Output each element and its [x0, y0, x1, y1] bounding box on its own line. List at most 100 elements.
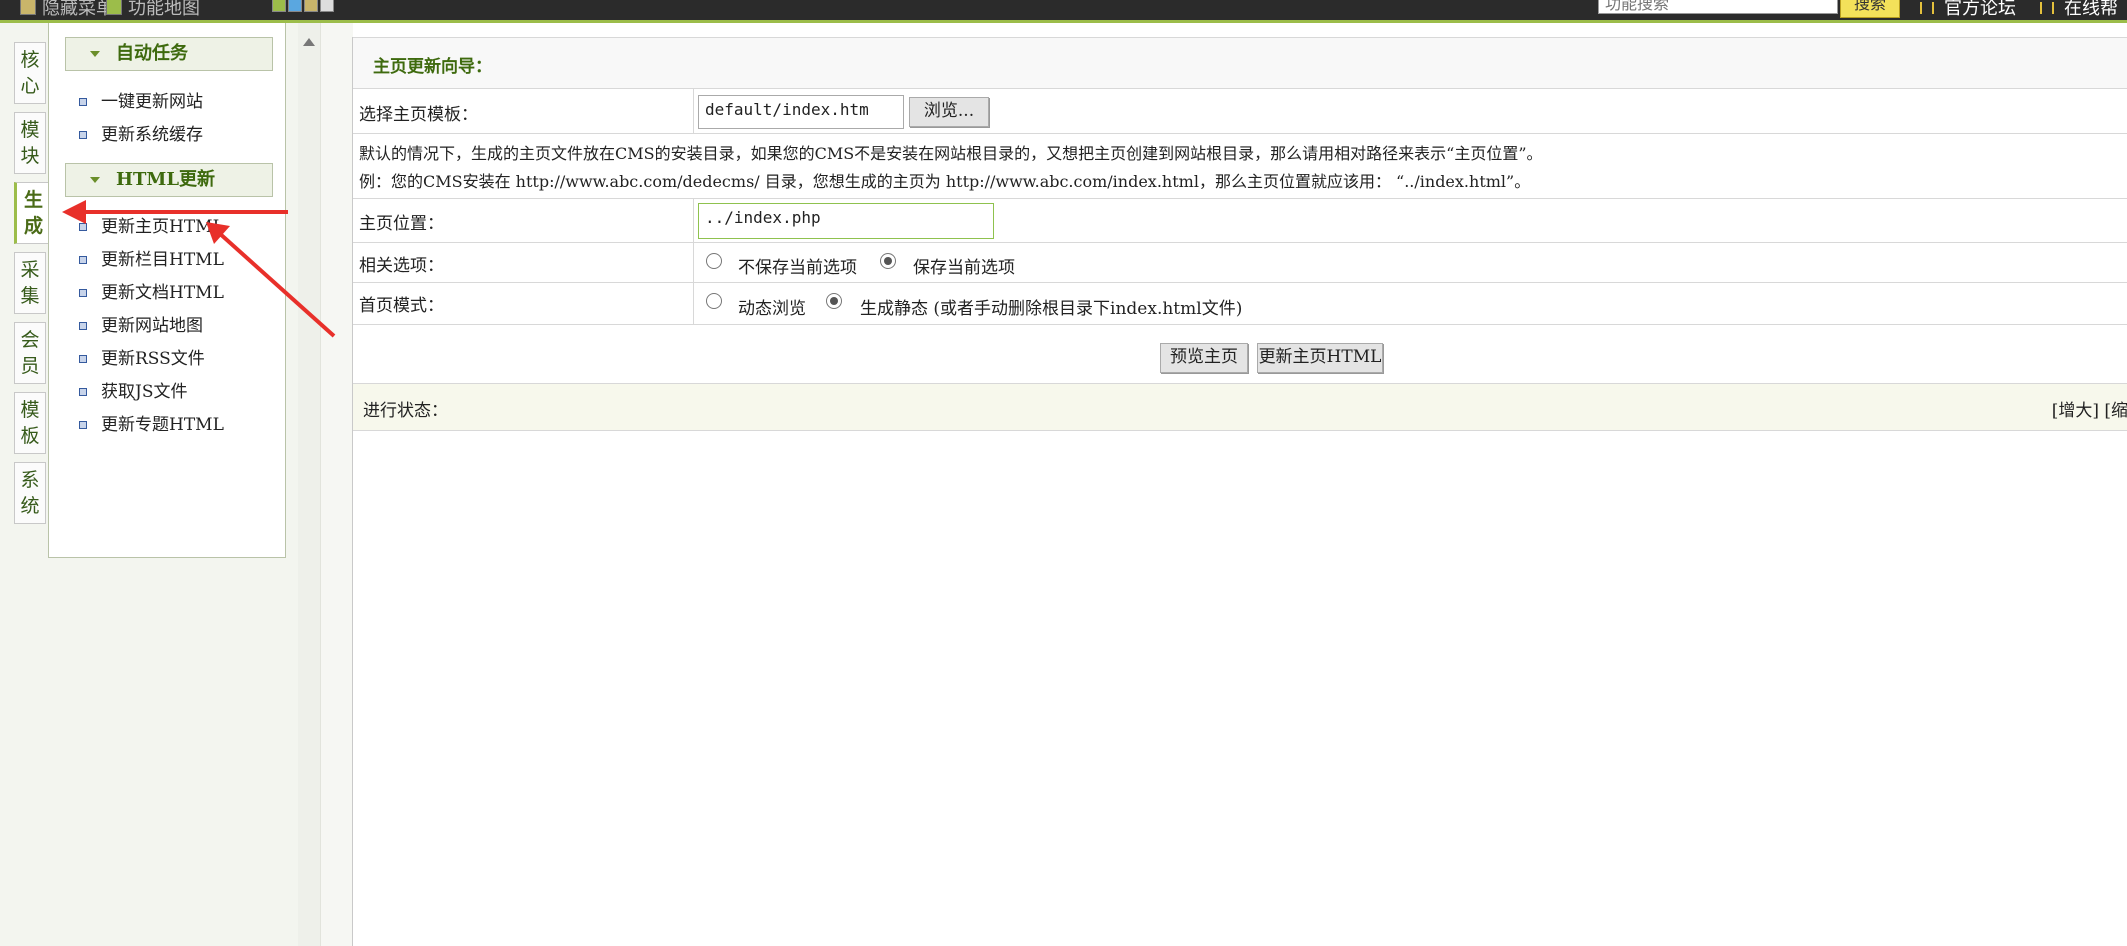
- signal-icon: [2040, 2, 2054, 14]
- menu-item-label: 获取JS文件: [101, 382, 188, 402]
- function-map-link[interactable]: 功能地图: [106, 0, 200, 20]
- template-label: 选择主页模板：: [359, 105, 478, 125]
- radio-dynamic[interactable]: [706, 293, 722, 309]
- bullet-icon: [79, 222, 87, 231]
- radio-dynamic-label: 动态浏览: [738, 299, 806, 319]
- menu-item-update-rss[interactable]: 更新RSS文件: [79, 344, 205, 369]
- menu-scrollbar[interactable]: [298, 23, 320, 946]
- menu-item-label: 更新专题HTML: [101, 415, 224, 435]
- menu-item-update-sitemap[interactable]: 更新网站地图: [79, 311, 203, 336]
- menu-item-update-home-html[interactable]: 更新主页HTML: [79, 212, 224, 237]
- menu-item-get-js[interactable]: 获取JS文件: [79, 377, 187, 402]
- radio-static[interactable]: [826, 293, 842, 309]
- menu-item-label: 更新网站地图: [101, 316, 203, 336]
- column-divider: [693, 283, 694, 324]
- tab-template[interactable]: 模板: [14, 392, 46, 454]
- chevron-down-icon: [90, 177, 100, 183]
- menu-item-update-doc-html[interactable]: 更新文档HTML: [79, 278, 224, 303]
- function-search-input[interactable]: [1598, 0, 1838, 14]
- sidebar-menu: 自动任务 一键更新网站 更新系统缓存 HTML更新 更新主页HTML 更新栏目H…: [48, 23, 286, 558]
- browse-button[interactable]: 浏览...: [909, 97, 989, 127]
- menu-item-label: 更新文档HTML: [101, 283, 224, 303]
- online-help-link[interactable]: 在线帮: [2040, 0, 2118, 20]
- official-forum-link[interactable]: 官方论坛: [1920, 0, 2016, 20]
- bullet-icon: [79, 130, 87, 139]
- tab-member[interactable]: 会员: [14, 322, 46, 384]
- theme-green-icon[interactable]: [272, 0, 286, 12]
- theme-blue-icon[interactable]: [288, 0, 302, 12]
- mode-row: 首页模式： 动态浏览 生成静态 (或者手动删除根目录下index.html文件): [353, 283, 2127, 325]
- tab-module[interactable]: 模块: [14, 112, 46, 174]
- menu-icon: [20, 0, 36, 15]
- tab-collect[interactable]: 采集: [14, 252, 46, 314]
- main-content: 主页更新向导： 选择主页模板： default/index.htm 浏览... …: [352, 37, 2127, 946]
- menu-item-update-topic-html[interactable]: 更新专题HTML: [79, 410, 224, 435]
- mode-label: 首页模式：: [359, 296, 444, 316]
- note-row: 默认的情况下，生成的主页文件放在CMS的安装目录，如果您的CMS不是安装在网站根…: [353, 134, 2127, 199]
- location-input[interactable]: ../index.php: [698, 203, 994, 239]
- map-icon: [106, 0, 122, 15]
- radio-save-label: 保存当前选项: [913, 258, 1015, 278]
- menu-item-label: 更新主页HTML: [101, 217, 224, 237]
- menu-item-label: 更新RSS文件: [101, 349, 205, 369]
- menu-item-label: 更新系统缓存: [101, 125, 203, 145]
- bullet-icon: [79, 387, 87, 396]
- tab-system[interactable]: 系统: [14, 462, 46, 524]
- template-row: 选择主页模板： default/index.htm 浏览...: [353, 89, 2127, 134]
- scroll-up-icon[interactable]: [303, 38, 315, 46]
- chevron-down-icon: [90, 51, 100, 57]
- forum-label: 官方论坛: [1944, 0, 2016, 19]
- bullet-icon: [79, 354, 87, 363]
- note-text-2: 例：您的CMS安装在 http://www.abc.com/dedecms/ 目…: [359, 172, 1531, 191]
- page-title: 主页更新向导：: [373, 57, 492, 77]
- options-label: 相关选项：: [359, 256, 444, 276]
- tab-generate[interactable]: 生成: [14, 182, 50, 244]
- top-bar: 隐藏菜单 功能地图 搜索 官方论坛 在线帮: [0, 0, 2127, 23]
- section-auto-tasks[interactable]: 自动任务: [65, 37, 273, 71]
- actions-row: 预览主页 更新主页HTML: [353, 325, 2127, 384]
- theme-gray-icon[interactable]: [320, 0, 334, 12]
- status-label: 进行状态：: [363, 401, 448, 421]
- menu-item-label: 一键更新网站: [101, 92, 203, 112]
- function-map-label: 功能地图: [128, 0, 200, 19]
- preview-home-button[interactable]: 预览主页: [1160, 343, 1248, 373]
- section-title: 自动任务: [116, 43, 188, 64]
- radio-static-label: 生成静态 (或者手动删除根目录下index.html文件): [860, 299, 1243, 319]
- options-row: 相关选项： 不保存当前选项 保存当前选项: [353, 243, 2127, 283]
- radio-no-save[interactable]: [706, 253, 722, 269]
- column-divider: [693, 243, 694, 282]
- note-text-1: 默认的情况下，生成的主页文件放在CMS的安装目录，如果您的CMS不是安装在网站根…: [359, 144, 1543, 163]
- bullet-icon: [79, 321, 87, 330]
- theme-brown-icon[interactable]: [304, 0, 318, 12]
- bullet-icon: [79, 420, 87, 429]
- menu-item-label: 更新栏目HTML: [101, 250, 224, 270]
- radio-save[interactable]: [880, 253, 896, 269]
- status-bar: 进行状态： [增大] [缩: [353, 384, 2127, 431]
- bullet-icon: [79, 97, 87, 106]
- menu-item-update-site[interactable]: 一键更新网站: [79, 87, 203, 112]
- tab-core[interactable]: 核心: [14, 42, 46, 104]
- hide-menu-label: 隐藏菜单: [42, 0, 114, 19]
- status-controls: [增大] [缩: [2052, 396, 2127, 421]
- menu-item-update-column-html[interactable]: 更新栏目HTML: [79, 245, 224, 270]
- template-input[interactable]: default/index.htm: [698, 95, 904, 129]
- column-divider: [693, 89, 694, 133]
- section-html-update[interactable]: HTML更新: [65, 163, 273, 197]
- wizard-header: 主页更新向导：: [353, 37, 2127, 89]
- enlarge-link[interactable]: [增大]: [2052, 401, 2099, 421]
- search-button[interactable]: 搜索: [1840, 0, 1900, 18]
- update-home-html-button[interactable]: 更新主页HTML: [1257, 343, 1383, 373]
- hide-menu-link[interactable]: 隐藏菜单: [20, 0, 114, 20]
- shrink-link[interactable]: [缩: [2104, 401, 2127, 421]
- signal-icon: [1920, 2, 1934, 14]
- bullet-icon: [79, 288, 87, 297]
- frame-divider: [320, 23, 353, 946]
- bullet-icon: [79, 255, 87, 264]
- help-label: 在线帮: [2064, 0, 2118, 19]
- radio-no-save-label: 不保存当前选项: [738, 258, 857, 278]
- location-label: 主页位置：: [359, 214, 444, 234]
- section-title: HTML更新: [116, 169, 215, 190]
- location-row: 主页位置： ../index.php: [353, 199, 2127, 243]
- menu-item-update-cache[interactable]: 更新系统缓存: [79, 120, 203, 145]
- column-divider: [693, 199, 694, 242]
